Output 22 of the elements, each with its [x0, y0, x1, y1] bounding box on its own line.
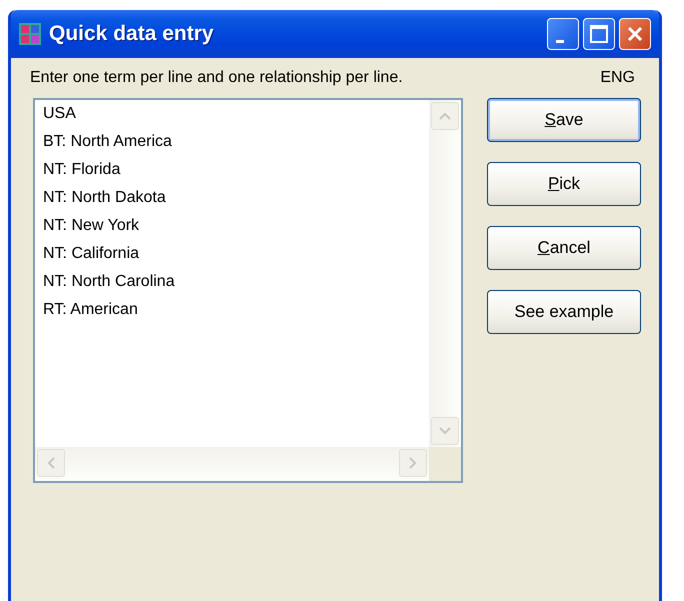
- language-indicator: ENG: [600, 68, 635, 88]
- text-area[interactable]: USA BT: North America NT: Florida NT: North Dakota NT: New York NT: California NT: North Carolina RT: American: [33, 98, 463, 483]
- maximize-icon: [589, 24, 609, 44]
- scroll-left-button[interactable]: [37, 449, 65, 477]
- scrollbar-corner: [429, 447, 461, 481]
- minimize-icon: [556, 40, 564, 42]
- maximize-button[interactable]: [583, 18, 615, 50]
- app-icon: [19, 23, 41, 45]
- scroll-up-button[interactable]: [431, 102, 459, 130]
- vertical-scrollbar[interactable]: [429, 100, 461, 447]
- dialog-button[interactable]: See example: [487, 290, 641, 334]
- minimize-button[interactable]: [547, 18, 579, 50]
- horizontal-scrollbar[interactable]: [35, 447, 429, 481]
- window-title: Quick data entry: [49, 21, 214, 48]
- close-icon: [625, 24, 645, 44]
- dialog-button[interactable]: Cancel: [487, 226, 641, 270]
- dialog-button[interactable]: Save: [487, 98, 641, 142]
- scroll-right-button[interactable]: [399, 449, 427, 477]
- close-button[interactable]: [619, 18, 651, 50]
- instruction-text: Enter one term per line and one relationship per line.: [30, 68, 403, 88]
- dialog-button[interactable]: Pick: [487, 162, 641, 206]
- scroll-down-button[interactable]: [431, 417, 459, 445]
